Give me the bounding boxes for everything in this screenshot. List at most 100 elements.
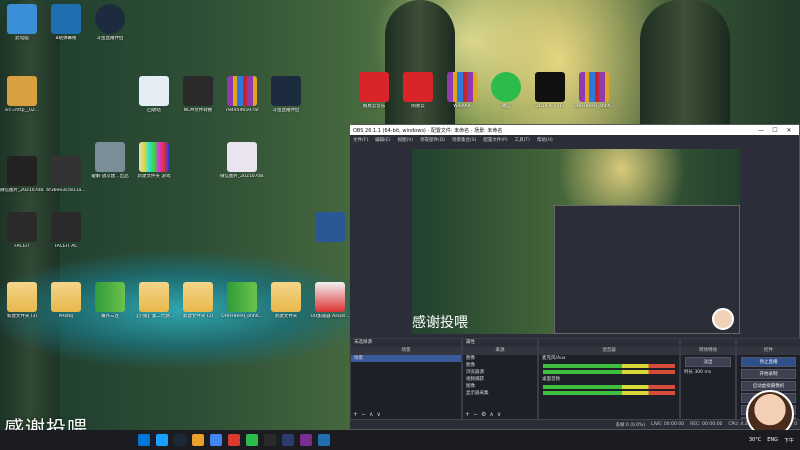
weather-text[interactable]: 30°C — [749, 437, 761, 443]
menu-file[interactable]: 文件(F) — [353, 137, 368, 143]
netease-music-icon[interactable] — [228, 434, 240, 446]
desktop-icon-faceit[interactable]: FACEIT — [0, 212, 44, 250]
scene-item[interactable]: 场景 — [351, 355, 461, 362]
transitions-header: 转场特效 — [681, 347, 735, 355]
stop-streaming-button[interactable]: 停止直播 — [741, 357, 796, 367]
obs-preview-canvas[interactable]: 感谢投喂 — [412, 149, 740, 334]
menu-tools[interactable]: 工具(T) — [515, 137, 530, 143]
desktop-icon-netease-music[interactable]: 网易云音乐 — [352, 72, 396, 110]
clock[interactable]: 下午 — [784, 437, 794, 444]
obs-docks: 未选择源 场景 场景 +−∧∨ 属性 来源 图像 图像 浏览器源 视频捕获 图像… — [350, 338, 800, 427]
source-item[interactable]: 视频捕获 — [463, 376, 537, 383]
dropped-frames: 丢帧 0 (0.0%) — [615, 422, 646, 428]
desktop-folder-pr[interactable]: PR转码 — [44, 282, 88, 320]
faceit-icon — [51, 212, 81, 242]
minimize-button[interactable]: — — [754, 127, 768, 134]
transition-select[interactable]: 淡出 — [685, 357, 731, 367]
desktop-icon-anime[interactable]: 微信图片_20210708... — [220, 142, 264, 180]
river — [0, 250, 360, 430]
scene-add-remove-buttons[interactable]: +−∧∨ — [353, 411, 384, 418]
game-icon[interactable] — [192, 434, 204, 446]
desktop-icon-word[interactable] — [308, 212, 352, 242]
menu-docks[interactable]: 停靠部件(D) — [420, 137, 445, 143]
chrome-icon[interactable] — [210, 434, 222, 446]
desktop-icon-rar[interactable]: 794959659.rar — [220, 76, 264, 114]
controls-header: 控件 — [737, 347, 800, 355]
menu-view[interactable]: 视图(V) — [397, 137, 413, 143]
desktop-icon-douyu-2[interactable]: 斗鱼直播伴侣 — [264, 76, 308, 114]
desktop-icon-bilibili-danmaku[interactable]: B站弹幕姬 — [44, 4, 88, 42]
desktop-icon-testcard[interactable]: 新建文件夹 游戏 — [132, 142, 176, 180]
source-item[interactable]: 浏览器源 — [463, 369, 537, 376]
start-recording-button[interactable]: 开始录制 — [741, 369, 796, 379]
mixer-dock: 混音器 麦克风/Aux 桌面音频 — [538, 338, 680, 420]
desktop-icon-this-pc[interactable]: 此电脑 — [0, 4, 44, 42]
app-icon — [51, 4, 81, 34]
window-title: OBS 26.1.1 (64-bit, windows) - 配置文件: 未命名… — [353, 127, 503, 134]
desktop-icon-faceit-ac[interactable]: FACEIT AC — [44, 212, 88, 250]
recycle-bin-icon — [139, 76, 169, 106]
premiere-icon[interactable] — [300, 434, 312, 446]
folder-icon — [139, 282, 169, 312]
desktop-folder-pig[interactable]: 【小猪】富二代感... — [132, 282, 176, 320]
menu-profile[interactable]: 配置文件(P) — [483, 137, 507, 143]
obs-icon[interactable] — [264, 434, 276, 446]
start-icon[interactable] — [138, 434, 150, 446]
desktop-folder-uu[interactable]: UU加速器 Assist... — [308, 282, 352, 320]
source-add-remove-buttons[interactable]: +−⚙∧∨ — [465, 411, 504, 418]
volume-slider[interactable] — [543, 391, 675, 395]
source-item[interactable]: 图像 — [463, 355, 537, 362]
desktop-icon-crack[interactable]: 破解·放次建...出品 — [88, 142, 132, 180]
menu-scene-collection[interactable]: 场景集合(S) — [452, 137, 476, 143]
desktop-icon-ncm[interactable]: NCM文件转换 — [176, 76, 220, 114]
wechat-icon[interactable] — [246, 434, 258, 446]
scenes-dock: 未选择源 场景 场景 +−∧∨ — [350, 338, 462, 420]
desktop-icon-winrar[interactable]: WinRAR — [440, 72, 484, 110]
steam-icon[interactable] — [174, 434, 186, 446]
word-icon — [315, 212, 345, 242]
menu-edit[interactable]: 编辑(E) — [375, 137, 390, 143]
desktop-icon-douyu[interactable]: 斗鱼直播伴侣 — [88, 4, 132, 42]
mixer-header: 混音器 — [539, 347, 679, 355]
source-item[interactable]: 显示器采集 — [463, 390, 537, 397]
desktop-folder-extra[interactable]: 番外三连 — [88, 282, 132, 320]
volume-slider[interactable] — [543, 370, 675, 374]
duration-input[interactable]: 300 ms — [694, 370, 711, 375]
desktop-icon-netease[interactable]: 网易云 — [396, 72, 440, 110]
folder-icon — [315, 282, 345, 312]
dock-title: 属性 — [463, 339, 537, 347]
close-button[interactable]: ✕ — [782, 127, 796, 134]
rec-timer: REC: 00:00:00 — [690, 422, 723, 427]
obs-window[interactable]: OBS 26.1.1 (64-bit, windows) - 配置文件: 未命名… — [349, 124, 800, 430]
live-timer: LIVE: 00:00:00 — [651, 422, 685, 427]
desktop-folder-ohh[interactable]: OHHHHHH_ohhh... — [220, 282, 264, 320]
preview-watermark: 感谢投喂 — [412, 315, 468, 331]
language-indicator[interactable]: ENG — [767, 437, 778, 443]
maximize-button[interactable]: ☐ — [768, 127, 782, 134]
desktop-folder-new[interactable]: 新建文件夹 — [264, 282, 308, 320]
source-item[interactable]: 图像 — [463, 362, 537, 369]
desktop-icon-photo-2[interactable]: 6f3b0e3cc811a... — [44, 156, 88, 194]
desktop-icon-wechat[interactable]: 微信 — [484, 72, 528, 110]
desktop-icon-photo-1[interactable]: 微信图片_20210708... — [0, 156, 44, 194]
desktop-icon-ohh-rar[interactable]: OHHHHHH_ohhh... — [572, 72, 616, 110]
desktop-icon-2019[interactable]: 2019.6.5 (1) — [528, 72, 572, 110]
desktop-icon-recycle-bin[interactable]: 回收站 — [132, 76, 176, 114]
menu-help[interactable]: 帮助(H) — [537, 137, 553, 143]
obs-titlebar[interactable]: OBS 26.1.1 (64-bit, windows) - 配置文件: 未命名… — [350, 125, 799, 135]
winrar-icon — [227, 76, 257, 106]
desktop-icon-image[interactable]: src=http__02... — [0, 76, 44, 114]
photoshop-icon[interactable] — [282, 434, 294, 446]
image-icon — [95, 142, 125, 172]
app-icon[interactable] — [318, 434, 330, 446]
desktop-folder-3[interactable]: 新建文件夹 (3) — [0, 282, 44, 320]
audio-meter — [543, 364, 675, 368]
transitions-dock: 转场特效 淡出 时长 300 ms — [680, 338, 736, 420]
image-icon — [7, 156, 37, 186]
desktop-folder-2[interactable]: 新建文件夹 (2) — [176, 282, 220, 320]
dock-title: 未选择源 — [351, 339, 461, 347]
scenes-header: 场景 — [351, 347, 461, 355]
source-item[interactable]: 图像 — [463, 383, 537, 390]
edge-icon[interactable] — [156, 434, 168, 446]
image-icon — [227, 142, 257, 172]
